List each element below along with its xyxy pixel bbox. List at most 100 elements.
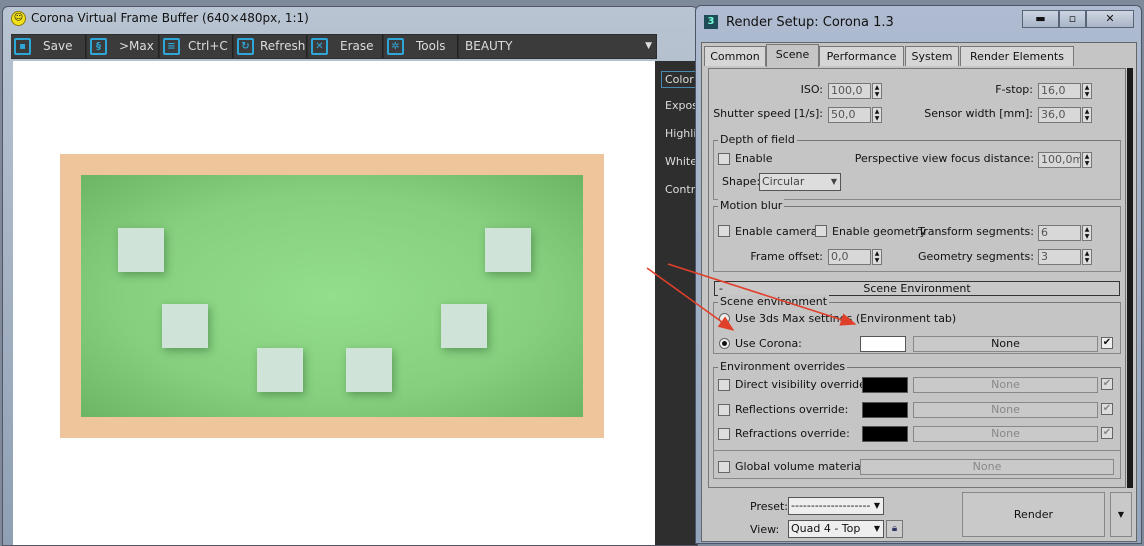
tab-system[interactable]: System [905,46,959,66]
chevron-down-icon: ▼ [645,41,652,51]
toolbar: ▪ Save § >Max ≡ Ctrl+C ↻ Refresh ✕ Erase ✲ Too… [11,34,657,59]
iso-input[interactable]: 100,0 [828,83,871,99]
reflections-override-checkbox[interactable] [718,404,730,416]
shutter-input[interactable]: 50,0 [828,107,871,123]
copy-button[interactable]: ≡ Ctrl+C [160,35,233,58]
reflections-override-label: Reflections override: [735,403,849,416]
scene-environment-rollout[interactable]: - Scene Environment [714,281,1120,296]
corona-logo-icon: ☺ [11,11,26,26]
tab-render-elements[interactable]: Render Elements [960,46,1074,66]
preset-label: Preset: [750,500,789,513]
chevron-down-icon: ▼ [1117,510,1125,519]
render-box [118,228,164,272]
direct-override-map-checkbox[interactable]: ✔ [1101,378,1113,390]
to-max-button[interactable]: § >Max [87,35,159,58]
render-button[interactable]: Render [962,492,1105,537]
env-color-swatch[interactable] [860,336,906,352]
window-title: Render Setup: Corona 1.3 [726,15,894,30]
refractions-override-swatch[interactable] [862,426,908,442]
color-tab[interactable]: Color [661,71,697,88]
geometry-label: Geometry segments: [917,250,1034,263]
scrollbar[interactable] [1127,68,1133,488]
render-setup-window: 3 Render Setup: Corona 1.3 ▬ ▫ ✕ Common … [695,5,1142,544]
reflections-override-map-checkbox[interactable]: ✔ [1101,403,1113,415]
scene-environment-group: Scene environment Use 3ds Max settings (… [713,295,1121,354]
focus-spinner[interactable]: ▲ ▼ [1082,152,1092,168]
reflections-override-map[interactable]: None [913,402,1098,418]
chevron-down-icon: ▼ [830,177,837,186]
tools-button[interactable]: ✲ Tools [384,35,458,58]
use-corona-radio[interactable] [719,338,730,349]
use-max-label: Use 3ds Max settings (Environment tab) [735,312,957,325]
dof-title: Depth of field [718,133,797,146]
close-button[interactable]: ✕ [1086,10,1134,28]
enable-camera-label: Enable camera [735,225,818,238]
direct-override-swatch[interactable] [862,377,908,393]
shape-dropdown[interactable]: Circular ▼ [759,173,841,191]
view-dropdown[interactable]: Quad 4 - Top ▼ [788,520,884,538]
direct-override-checkbox[interactable] [718,379,730,391]
sensor-spinner[interactable]: ▲ ▼ [1082,107,1092,123]
fstop-label: F-stop: [995,83,1033,96]
highlight-item[interactable]: Highlig [665,127,697,140]
rollout-title: Scene Environment [863,282,971,295]
lock-icon: 🔒︎ [891,523,898,534]
offset-label: Frame offset: [750,250,823,263]
mb-title: Motion blur [718,199,785,212]
exposure-item[interactable]: Expos [665,99,697,112]
enable-camera-checkbox[interactable] [718,225,730,237]
geometry-spinner[interactable]: ▲ ▼ [1082,249,1092,265]
minimize-button[interactable]: ▬ [1022,10,1059,28]
sensor-input[interactable]: 36,0 [1038,107,1081,123]
shutter-label: Shutter speed [1/s]: [713,107,823,120]
channel-dropdown[interactable]: BEAUTY ▼ [459,35,656,58]
offset-spinner[interactable]: ▲ ▼ [872,249,882,265]
contrast-item[interactable]: Contr [665,183,695,196]
chevron-down-icon: ▼ [873,501,880,510]
fstop-spinner[interactable]: ▲ ▼ [1082,83,1092,99]
reflections-override-swatch[interactable] [862,402,908,418]
offset-input[interactable]: 0,0 [828,249,871,265]
env-map-button[interactable]: None [913,336,1098,352]
tab-scene[interactable]: Scene [766,44,819,67]
fstop-input[interactable]: 16,0 [1038,83,1081,99]
collapse-toggle: - [719,282,723,295]
render-box [485,228,531,272]
render-box [441,304,487,348]
enable-geometry-label: Enable geometry [832,225,927,238]
erase-button[interactable]: ✕ Erase [308,35,383,58]
sensor-label: Sensor width [mm]: [924,107,1033,120]
shutter-spinner[interactable]: ▲ ▼ [872,107,882,123]
refractions-override-label: Refractions override: [735,427,850,440]
refractions-override-map-checkbox[interactable]: ✔ [1101,427,1113,439]
iso-spinner[interactable]: ▲ ▼ [872,83,882,99]
transform-input[interactable]: 6 [1038,225,1081,241]
white-balance-item[interactable]: White [665,155,697,168]
use-max-radio[interactable] [719,313,730,324]
tab-performance[interactable]: Performance [819,46,904,66]
save-button[interactable]: ▪ Save [11,35,86,58]
refractions-override-checkbox[interactable] [718,428,730,440]
geometry-input[interactable]: 3 [1038,249,1081,265]
lock-view-button[interactable]: 🔒︎ [886,520,903,538]
render-floor [81,175,583,417]
transform-spinner[interactable]: ▲ ▼ [1082,225,1092,241]
iso-label: ISO: [800,83,823,96]
transform-label: Transform segments: [918,225,1034,238]
preset-dropdown[interactable]: -------------------- ▼ [788,497,884,515]
refresh-button[interactable]: ↻ Refresh [234,35,307,58]
render-options-button[interactable]: ▼ [1110,492,1132,537]
tab-common[interactable]: Common [704,46,766,66]
focus-input[interactable]: 100,0mm [1038,152,1081,168]
enable-geometry-checkbox[interactable] [815,225,827,237]
maximize-button[interactable]: ▫ [1059,10,1086,28]
env-map-checkbox[interactable]: ✔ [1101,337,1113,349]
refractions-override-map[interactable]: None [913,426,1098,442]
volume-checkbox[interactable] [718,461,730,473]
volume-map-button[interactable]: None [860,459,1114,475]
direct-override-map[interactable]: None [913,377,1098,393]
post-panel: Color Expos Highlig White Contr [655,61,697,545]
divider [714,450,1120,451]
dof-enable-checkbox[interactable] [718,153,730,165]
gear-icon: ✲ [387,38,404,55]
